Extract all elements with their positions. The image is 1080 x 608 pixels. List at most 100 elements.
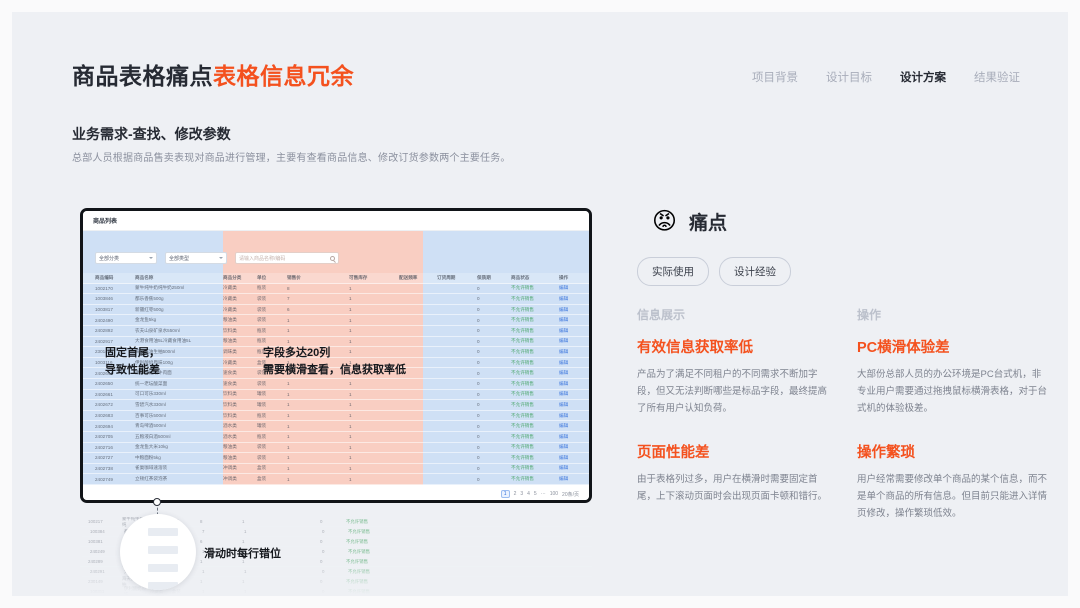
row-edit-link[interactable]: 编辑	[559, 338, 589, 344]
row-edit-link[interactable]: 编辑	[559, 381, 589, 387]
table-cell: 雀巢咖啡速溶装	[135, 465, 168, 471]
table-cell: 2402683	[95, 413, 113, 419]
row-edit-link[interactable]: 编辑	[559, 391, 589, 397]
table-cell: 不允许销售	[511, 285, 534, 291]
table-cell: 都乐香蕉500g	[135, 295, 164, 301]
page-title-accent: 表格信息冗余	[213, 63, 354, 89]
table-cell: 冲调类	[223, 476, 237, 482]
table-cell: 0	[477, 360, 480, 366]
table-cell: 粮油类	[223, 338, 237, 344]
tag-actual-usage[interactable]: 实际使用	[637, 257, 709, 286]
table-row: 2402683 百事可乐500ml 饮料类 瓶装 1 1 0 不允许销售 编辑	[83, 411, 589, 422]
annotation-frozen-line2: 导致性能差	[105, 364, 160, 376]
table-cell: 1	[349, 402, 352, 408]
row-edit-link[interactable]: 编辑	[559, 423, 589, 429]
strip-cell: 1	[242, 539, 245, 544]
pagination-page[interactable]: 5	[534, 491, 537, 497]
nav-item-validation[interactable]: 结果验证	[974, 69, 1020, 85]
chevron-down-icon	[219, 257, 223, 259]
category-select[interactable]: 全部分类	[95, 252, 157, 264]
table-header-cell: 商品分类	[223, 274, 242, 280]
table-cell: 2402705	[95, 434, 113, 440]
table-cell: 冷藏类	[223, 295, 237, 301]
row-edit-link[interactable]: 编辑	[559, 455, 589, 461]
row-edit-link[interactable]: 编辑	[559, 328, 589, 334]
row-edit-link[interactable]: 编辑	[559, 444, 589, 450]
row-edit-link[interactable]: 编辑	[559, 360, 589, 366]
table-cell: 冲调类	[223, 465, 237, 471]
table-cell: 1	[349, 381, 352, 387]
pain-points-columns: 信息展示 有效信息获取率低 产品为了满足不同租户的不同需求不断加字段，但又无法判…	[637, 306, 1047, 522]
callout-anchor-dot	[153, 498, 161, 506]
table-cell: 6	[287, 307, 290, 313]
table-cell: 1	[349, 423, 352, 429]
row-edit-link[interactable]: 编辑	[559, 296, 589, 302]
strip-cell: 0	[322, 529, 325, 534]
table-cell: 金龙鱼5kg	[135, 317, 157, 323]
screenshot-window-bar: 商品列表	[83, 211, 589, 231]
table-cell: 不允许销售	[511, 317, 534, 323]
table-cell: 袋装	[257, 317, 267, 323]
annotation-frozen-line1: 固定首尾，	[105, 347, 160, 359]
table-cell: 盒装	[257, 476, 267, 482]
table-cell: 1	[349, 434, 352, 440]
table-cell: 调味类	[223, 348, 237, 354]
table-cell: 不允许销售	[511, 295, 534, 301]
type-select[interactable]: 全部类型	[165, 252, 227, 264]
strip-cell: 0	[322, 589, 325, 594]
table-cell: 1	[287, 413, 290, 419]
row-edit-link[interactable]: 编辑	[559, 413, 589, 419]
pagination-page[interactable]: 4	[527, 491, 530, 497]
table-cell: 不允许销售	[511, 306, 534, 312]
table-cell: 瓶装	[257, 338, 267, 344]
row-edit-link[interactable]: 编辑	[559, 317, 589, 323]
pagination-page[interactable]: ···	[541, 491, 546, 497]
nav-item-goals[interactable]: 设计目标	[826, 69, 872, 85]
row-edit-link[interactable]: 编辑	[559, 285, 589, 291]
strip-cell: 0	[320, 559, 323, 564]
table-cell: 瓶装	[257, 433, 267, 439]
row-edit-link[interactable]: 编辑	[559, 349, 589, 355]
strip-cell: 1	[244, 529, 247, 534]
page-size-select[interactable]: 20条/页	[562, 491, 579, 498]
strip-cell: 1	[202, 569, 205, 574]
table-cell: 1002170	[95, 285, 113, 291]
table-cell: 瓶装	[257, 412, 267, 418]
table-row: 2402716 金龙鱼大米10kg 粮油类 袋装 1 1 0 不允许销售 编辑	[83, 443, 589, 454]
table-cell: 0	[477, 328, 480, 334]
table-header-cell: 订货周期	[437, 274, 456, 280]
table-cell: 7	[287, 296, 290, 302]
table-cell: 1	[287, 476, 290, 482]
nav-item-solution[interactable]: 设计方案	[900, 69, 946, 85]
magnifier-lens	[120, 514, 196, 590]
pagination-page[interactable]: 3	[520, 491, 523, 497]
table-header-cell: 商品状态	[511, 274, 530, 280]
table-cell: 不允许销售	[511, 433, 534, 439]
pain-column-information-display: 信息展示 有效信息获取率低 产品为了满足不同租户的不同需求不断加字段，但又无法判…	[637, 306, 827, 522]
pagination-page[interactable]: 2	[514, 491, 517, 497]
strip-cell: 不允许销售	[348, 548, 370, 554]
pagination-page[interactable]: 100	[550, 491, 558, 497]
nav-item-background[interactable]: 项目背景	[752, 69, 798, 85]
row-edit-link[interactable]: 编辑	[559, 476, 589, 482]
table-cell: 饮料类	[223, 327, 237, 333]
table-row: 2402738 雀巢咖啡速溶装 冲调类 盒装 1 1 0 不允许销售 编辑	[83, 464, 589, 475]
row-edit-link[interactable]: 编辑	[559, 370, 589, 376]
tag-design-experience[interactable]: 设计经验	[719, 257, 791, 286]
table-cell: 不允许销售	[511, 401, 534, 407]
table-cell: 酒水类	[223, 423, 237, 429]
row-edit-link[interactable]: 编辑	[559, 402, 589, 408]
row-edit-link[interactable]: 编辑	[559, 465, 589, 471]
row-edit-link[interactable]: 编辑	[559, 434, 589, 440]
pagination-page[interactable]: 1	[500, 490, 510, 498]
table-cell: 袋装	[257, 306, 267, 312]
table-cell: 2402672	[95, 402, 113, 408]
strip-cell: 100381	[88, 539, 103, 544]
column-label-information-display: 信息展示	[637, 308, 686, 322]
row-edit-link[interactable]: 编辑	[559, 307, 589, 313]
table-cell: 不允许销售	[511, 423, 534, 429]
search-input[interactable]: 请输入商品名称/编码	[235, 252, 339, 264]
strip-cell: 240291	[90, 569, 105, 574]
table-row: 2402490 金龙鱼5kg 粮油类 袋装 1 1 0 不允许销售 编辑	[83, 315, 589, 326]
table-cell: 立顿红茶袋泡茶	[135, 476, 168, 482]
